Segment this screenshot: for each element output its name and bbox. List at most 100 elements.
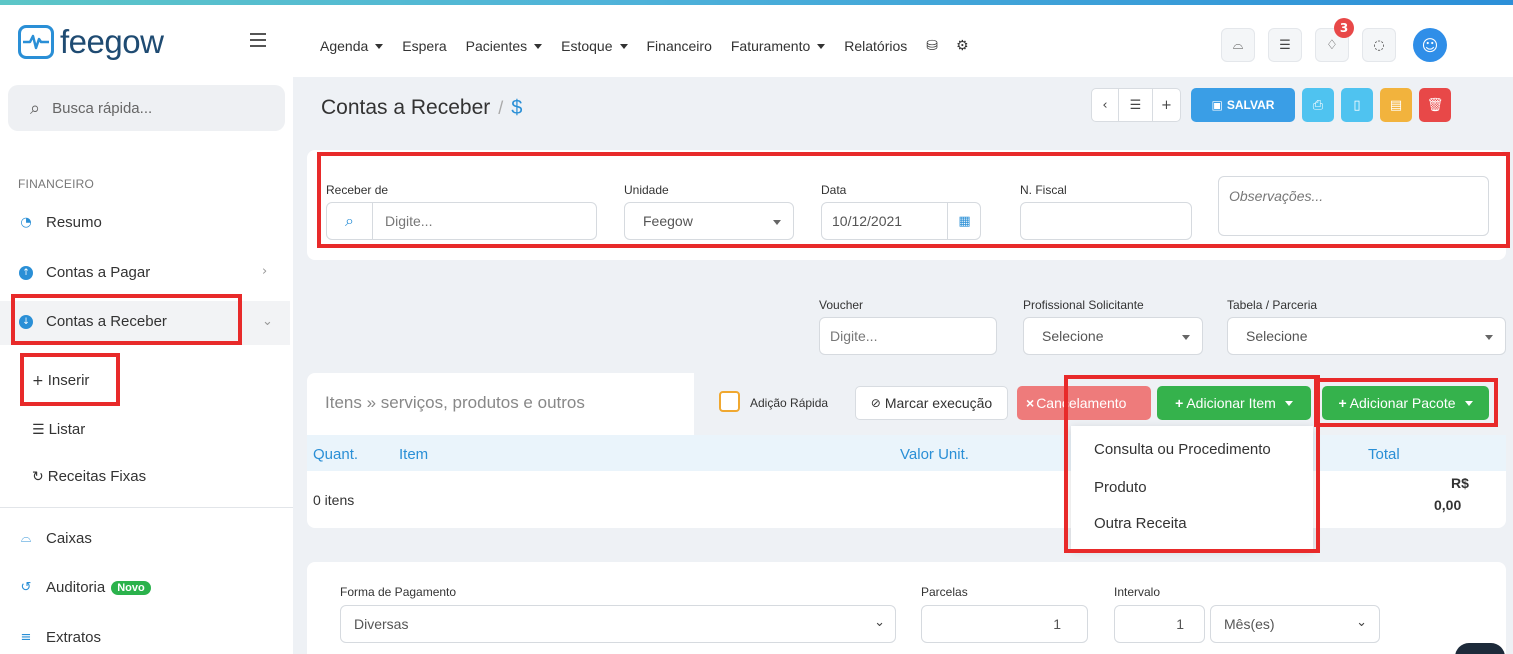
print-button[interactable]: ⎙ [1302, 88, 1334, 122]
sidebar-item-extratos[interactable]: ≡ Extratos [18, 629, 101, 646]
tabela-select[interactable]: Selecione [1227, 317, 1506, 355]
unidade-label: Unidade [624, 183, 669, 197]
header-actions: ⌓ ☰ ♢ 3 ◌ ☺ [1221, 18, 1447, 62]
list-icon: ☰ [32, 421, 45, 438]
nav-agenda[interactable]: Agenda [320, 38, 384, 54]
dropdown-option-consulta[interactable]: Consulta ou Procedimento [1094, 441, 1271, 458]
plus-icon: + [32, 372, 44, 389]
nav-faturamento[interactable]: Faturamento [731, 38, 826, 54]
sidebar-item-contas-a-pagar[interactable]: ↑ Contas a Pagar [18, 264, 150, 281]
tabela-label: Tabela / Parceria [1227, 298, 1318, 312]
notification-badge: 3 [1334, 18, 1354, 38]
chevron-down-icon [817, 43, 826, 49]
quick-search-input[interactable]: ⌕ Busca rápida... [8, 85, 285, 131]
observacoes-textarea[interactable]: Observações... [1218, 176, 1489, 236]
intervalo-label: Intervalo [1114, 585, 1161, 599]
feegow-logo[interactable]: feegow [18, 25, 164, 59]
back-button[interactable]: ‹ [1091, 88, 1119, 122]
list-view-button[interactable]: ☰ [1119, 88, 1153, 122]
items-count: 0 itens [313, 492, 355, 508]
top-nav: Agenda Espera Pacientes Estoque Financei… [320, 38, 987, 54]
page-title: Contas a Receber / $ [321, 96, 523, 119]
receber-de-input[interactable]: ⌕ Digite... [326, 202, 597, 240]
dropdown-option-produto[interactable]: Produto [1094, 479, 1147, 496]
plus-icon: + [1175, 395, 1184, 411]
parcelas-label: Parcelas [921, 585, 968, 599]
sidebar-item-caixas[interactable]: ⌓ Caixas [18, 530, 92, 547]
top-header: feegow Agenda Espera Pacientes Estoque F… [0, 5, 1513, 77]
unidade-select[interactable]: Feegow [624, 202, 794, 240]
nav-financeiro[interactable]: Financeiro [647, 38, 712, 54]
nav-espera[interactable]: Espera [402, 38, 446, 54]
data-label: Data [821, 183, 847, 197]
search-icon: ⌕ [327, 203, 373, 239]
chevron-down-icon [1182, 335, 1190, 340]
sidebar-subitem-receitas-fixas[interactable]: ↻ Receitas Fixas [32, 468, 146, 485]
quick-add-label: Adição Rápida [750, 396, 829, 410]
chevron-down-icon [1485, 335, 1493, 340]
save-button[interactable]: ▣ SALVAR [1191, 88, 1295, 122]
sidebar: ⌕ Busca rápida... FINANCEIRO ◔ Resumo ↑ … [0, 77, 293, 654]
profissional-label: Profissional Solicitante [1023, 298, 1144, 312]
nav-estoque[interactable]: Estoque [561, 38, 628, 54]
settings-icon[interactable]: ⚙ [956, 38, 969, 54]
logo-heartbeat-icon [18, 25, 54, 59]
sidebar-subitem-inserir[interactable]: + Inserir [32, 372, 89, 389]
history-icon: ↺ [20, 580, 32, 595]
user-avatar[interactable]: ☺ [1413, 28, 1447, 62]
sidebar-subitem-listar[interactable]: ☰ Listar [32, 421, 85, 438]
delete-button[interactable]: 🗑 [1419, 88, 1451, 122]
date-input[interactable]: 10/12/2021 ▦ [821, 202, 981, 240]
chevron-down-icon: ⌄ [1356, 615, 1367, 630]
col-item: Item [399, 446, 429, 463]
document-icon: ▯ [1353, 97, 1361, 113]
mark-execution-button[interactable]: ⊘ Marcar execução [855, 386, 1008, 420]
chevron-down-icon [1464, 400, 1473, 406]
profissional-select[interactable]: Selecione [1023, 317, 1203, 355]
quick-add-checkbox[interactable] [719, 391, 740, 412]
chat-icon[interactable]: ◌ [1362, 28, 1396, 62]
chevron-down-icon [1284, 400, 1293, 406]
bell-icon[interactable]: ♢ 3 [1315, 18, 1354, 62]
add-item-button[interactable]: + Adicionar Item [1157, 386, 1311, 420]
total-currency: R$ [1451, 475, 1469, 491]
chevron-down-icon [619, 43, 628, 49]
chevron-down-icon [375, 43, 384, 49]
n-fiscal-input[interactable] [1020, 202, 1192, 240]
chat-widget-button[interactable] [1455, 643, 1505, 654]
add-package-button[interactable]: + Adicionar Pacote [1322, 386, 1489, 420]
intervalo-input[interactable]: 1 [1114, 605, 1205, 643]
list-icon: ≡ [20, 630, 32, 645]
nav-relatorios[interactable]: Relatórios [844, 38, 907, 54]
page-actions: ‹ ☰ + ▣ SALVAR ⎙ ▯ ▤ 🗑 [1091, 88, 1451, 122]
trash-icon: 🗑 [1426, 97, 1444, 113]
document-button[interactable]: ▯ [1341, 88, 1373, 122]
dropdown-option-outra-receita[interactable]: Outra Receita [1094, 515, 1187, 532]
parcelas-input[interactable]: 1 [921, 605, 1088, 643]
n-fiscal-label: N. Fiscal [1020, 183, 1067, 197]
voucher-label: Voucher [819, 298, 864, 312]
close-icon: × [1026, 395, 1035, 411]
file-button[interactable]: ▤ [1380, 88, 1412, 122]
calendar-icon[interactable]: ▦ [947, 203, 981, 239]
cancel-button[interactable]: × Cancelamento [1017, 386, 1151, 420]
checklist-icon[interactable]: ☰ [1268, 28, 1302, 62]
chevron-down-icon: ⌄ [874, 615, 885, 630]
hamburger-menu-icon[interactable] [250, 33, 266, 51]
col-quant: Quant. [313, 446, 359, 463]
sidebar-section-label: FINANCEIRO [18, 177, 95, 191]
sidebar-item-contas-a-receber[interactable]: ↓ Contas a Receber [18, 313, 167, 330]
file-icon: ▤ [1389, 97, 1403, 113]
forma-pagamento-select[interactable]: Diversas ⌄ [340, 605, 896, 643]
database-icon[interactable]: ⛁ [926, 38, 938, 54]
search-icon: ⌕ [30, 97, 41, 119]
sidebar-item-auditoria[interactable]: ↺ Auditoria Novo [18, 579, 151, 596]
voucher-input[interactable]: Digite... [819, 317, 997, 355]
intervalo-unit-select[interactable]: Mês(es) ⌄ [1210, 605, 1380, 643]
save-icon: ▣ [1211, 98, 1223, 112]
check-circle-icon: ⊘ [870, 396, 881, 410]
nav-pacientes[interactable]: Pacientes [466, 38, 543, 54]
inbox-icon[interactable]: ⌓ [1221, 28, 1255, 62]
sidebar-item-resumo[interactable]: ◔ Resumo [18, 214, 102, 231]
add-new-button[interactable]: + [1153, 88, 1181, 122]
